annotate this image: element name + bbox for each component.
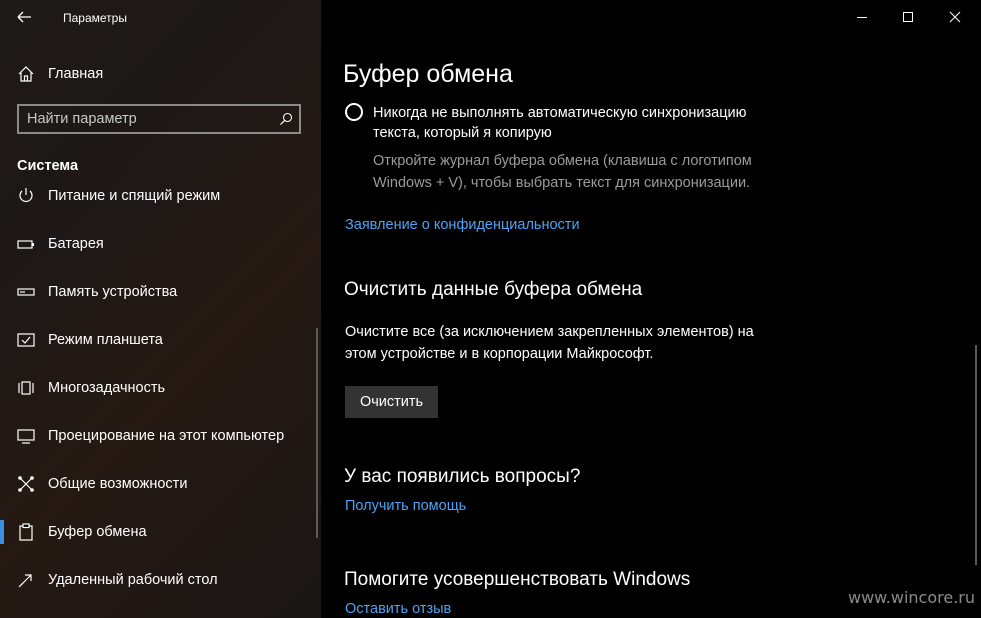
sidebar-item-label: Память устройства bbox=[48, 284, 178, 300]
watermark: www.wincore.ru bbox=[848, 588, 976, 607]
search-input[interactable] bbox=[27, 110, 267, 128]
nav-home-label: Главная bbox=[48, 66, 104, 82]
sidebar-item-battery[interactable]: Батарея bbox=[0, 224, 321, 264]
sidebar-item-tablet-mode[interactable]: Режим планшета bbox=[0, 320, 321, 360]
questions-heading: У вас появились вопросы? bbox=[344, 466, 581, 487]
power-icon bbox=[17, 187, 35, 205]
nav-list: Питание и спящий режим Батарея Память ус… bbox=[0, 186, 321, 618]
sidebar-item-label: Многозадачность bbox=[48, 380, 166, 396]
get-help-link[interactable]: Получить помощь bbox=[345, 498, 466, 514]
clear-section-heading: Очистить данные буфера обмена bbox=[344, 279, 643, 300]
sync-never-radio[interactable] bbox=[345, 103, 363, 121]
sidebar-item-label: Батарея bbox=[48, 236, 104, 252]
storage-icon bbox=[17, 283, 35, 301]
sidebar-item-label: Режим планшета bbox=[48, 332, 163, 348]
nav-home[interactable]: Главная bbox=[0, 58, 321, 90]
page-title: Буфер обмена bbox=[343, 60, 513, 88]
search-icon[interactable] bbox=[279, 112, 293, 126]
improve-windows-heading: Помогите усовершенствовать Windows bbox=[344, 569, 691, 590]
sidebar-scrollbar[interactable] bbox=[316, 328, 318, 538]
sidebar-item-label: Общие возможности bbox=[48, 476, 188, 492]
remote-desktop-icon bbox=[17, 571, 35, 589]
sync-never-label[interactable]: Никогда не выполнять автоматическую синх… bbox=[373, 103, 793, 143]
shared-experiences-icon bbox=[17, 475, 35, 493]
sidebar: Параметры Главная Система Питание и спящ… bbox=[0, 0, 321, 618]
battery-icon bbox=[17, 235, 35, 253]
sidebar-item-storage[interactable]: Память устройства bbox=[0, 272, 321, 312]
sidebar-item-label: Удаленный рабочий стол bbox=[48, 572, 218, 588]
section-title: Система bbox=[17, 158, 79, 174]
multitasking-icon bbox=[17, 379, 35, 397]
close-icon bbox=[949, 11, 961, 23]
content-scrollbar[interactable] bbox=[975, 345, 977, 565]
privacy-statement-link[interactable]: Заявление о конфиденциальности bbox=[345, 217, 580, 233]
selection-indicator bbox=[0, 520, 4, 544]
back-arrow-icon bbox=[17, 11, 31, 23]
clipboard-icon bbox=[17, 523, 35, 541]
sidebar-item-shared-experiences[interactable]: Общие возможности bbox=[0, 464, 321, 504]
back-button[interactable] bbox=[12, 6, 36, 28]
sidebar-item-label: Питание и спящий режим bbox=[48, 188, 221, 204]
tablet-icon bbox=[17, 331, 35, 349]
sidebar-item-label: Буфер обмена bbox=[48, 524, 147, 540]
main-content: Буфер обмена Никогда не выполнять автома… bbox=[321, 0, 981, 618]
sync-description: Откройте журнал буфера обмена (клавиша с… bbox=[373, 153, 752, 191]
search-box[interactable] bbox=[17, 104, 301, 134]
maximize-button[interactable] bbox=[885, 0, 931, 34]
projecting-icon bbox=[17, 427, 35, 445]
sidebar-item-clipboard[interactable]: Буфер обмена bbox=[0, 512, 321, 552]
feedback-link[interactable]: Оставить отзыв bbox=[345, 601, 451, 617]
sidebar-item-remote-desktop[interactable]: Удаленный рабочий стол bbox=[0, 560, 321, 600]
title-bar: Параметры bbox=[0, 0, 321, 34]
minimize-icon bbox=[857, 17, 867, 18]
maximize-icon bbox=[903, 12, 913, 22]
clear-section-text: Очистите все (за исключением закрепленны… bbox=[345, 324, 754, 362]
app-title: Параметры bbox=[63, 11, 127, 25]
sidebar-item-multitasking[interactable]: Многозадачность bbox=[0, 368, 321, 408]
close-button[interactable] bbox=[932, 0, 978, 34]
sidebar-item-projecting[interactable]: Проецирование на этот компьютер bbox=[0, 416, 321, 456]
sidebar-item-power[interactable]: Питание и спящий режим bbox=[0, 186, 321, 216]
minimize-button[interactable] bbox=[839, 0, 885, 34]
clear-button[interactable]: Очистить bbox=[345, 386, 438, 418]
sidebar-item-label: Проецирование на этот компьютер bbox=[48, 428, 285, 444]
home-icon bbox=[17, 65, 35, 83]
